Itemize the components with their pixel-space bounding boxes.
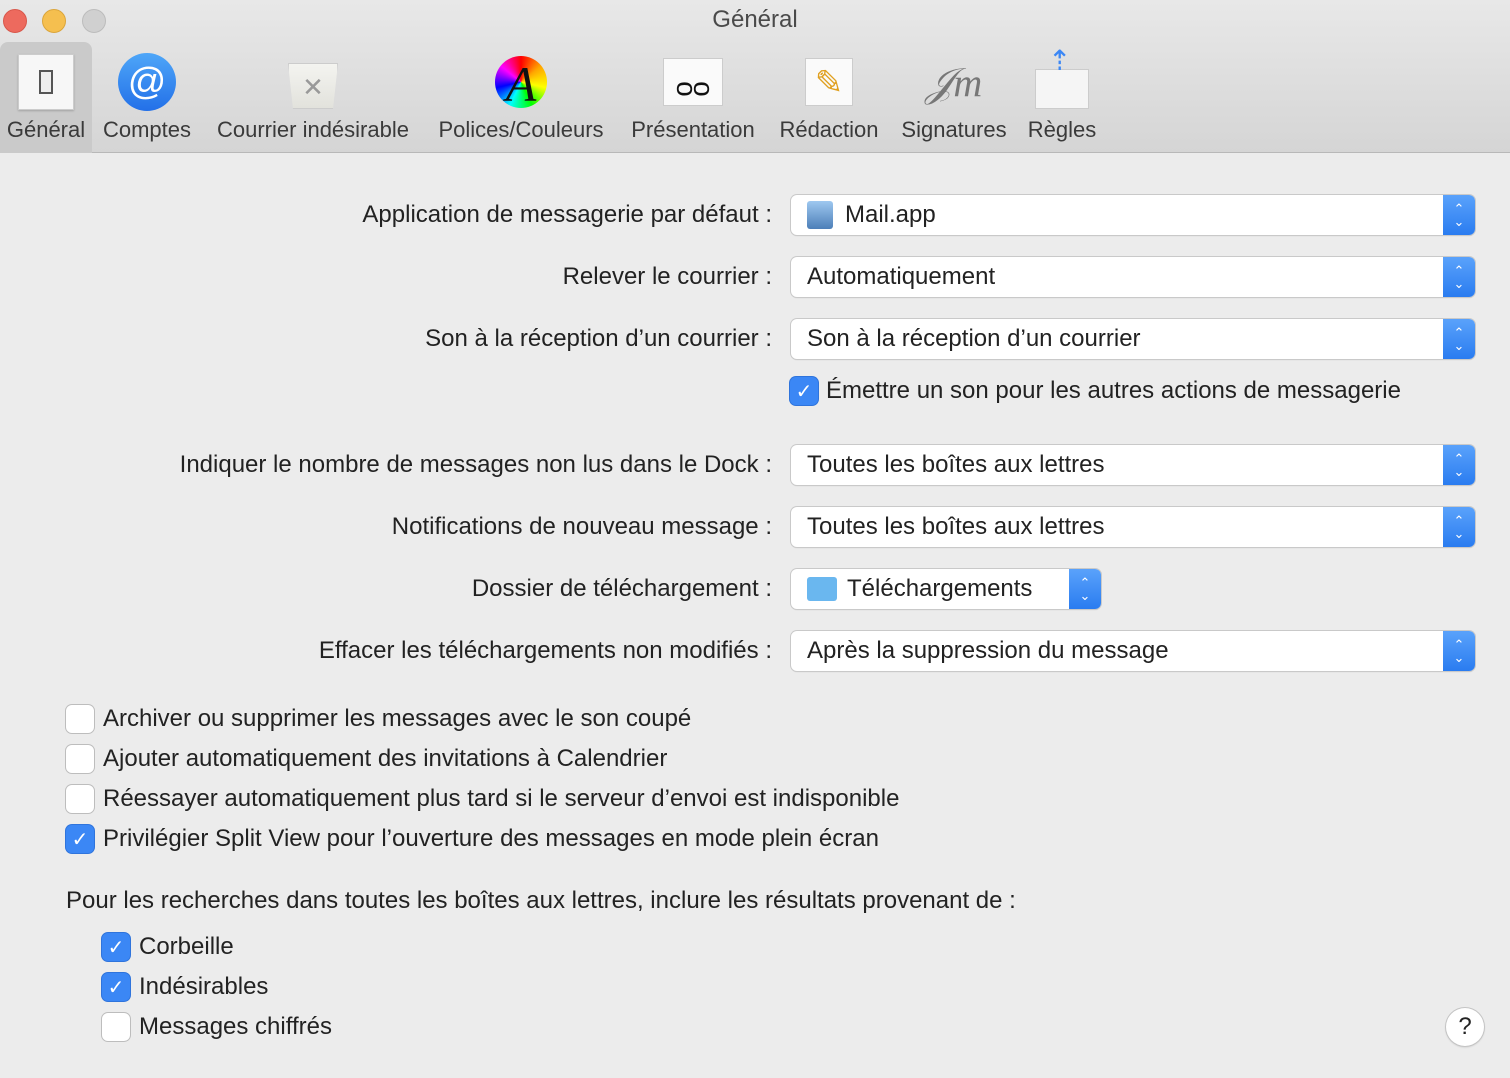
updown-chevron-icon: ⌃ ⌄ [1443, 445, 1475, 485]
general-switch-icon [16, 52, 76, 112]
new-mail-sound-popup[interactable]: Son à la réception d’un courrier ⌃ ⌄ [791, 319, 1475, 359]
at-icon: @ [117, 52, 177, 112]
dock-unread-label: Indiquer le nombre de messages non lus d… [179, 451, 772, 478]
rules-envelope-icon: ⇡ [1032, 45, 1092, 112]
notifications-label: Notifications de nouveau message : [391, 513, 772, 540]
updown-chevron-icon: ⌃ ⌄ [1069, 569, 1101, 609]
download-folder-label: Dossier de téléchargement : [471, 575, 772, 602]
new-mail-sound-label: Son à la réception d’un courrier : [425, 325, 772, 352]
remove-downloads-label: Effacer les téléchargements non modifiés… [318, 637, 772, 664]
window-title: Général [712, 6, 798, 33]
archive-muted-checkbox[interactable] [66, 705, 94, 733]
junk-bin-icon: ✕ [283, 52, 343, 112]
tab-general[interactable]: Général [0, 42, 92, 153]
search-include-heading: Pour les recherches dans toutes les boît… [66, 887, 1016, 914]
check-mail-popup[interactable]: Automatiquement ⌃ ⌄ [791, 257, 1475, 297]
fonts-colors-icon: A [491, 52, 551, 112]
tab-signatures[interactable]: 𝒥m Signatures [894, 42, 1014, 153]
junk-checkbox[interactable]: ✓ [102, 973, 130, 1001]
mail-app-icon [807, 201, 833, 229]
tab-composing[interactable]: ✎ Rédaction [772, 42, 886, 153]
play-sounds-checkbox[interactable]: ✓ [790, 377, 818, 405]
trash-checkbox[interactable]: ✓ [102, 933, 130, 961]
junk-label: Indésirables [139, 973, 269, 1000]
split-view-label: Privilégier Split View pour l’ouverture … [103, 825, 879, 852]
pencil-icon: ✎ [799, 52, 859, 112]
help-button[interactable]: ? [1446, 1008, 1484, 1046]
split-view-checkbox[interactable]: ✓ [66, 825, 94, 853]
remove-downloads-popup[interactable]: Après la suppression du message ⌃ ⌄ [791, 631, 1475, 671]
tab-junk[interactable]: ✕ Courrier indésirable [206, 42, 420, 153]
notifications-popup[interactable]: Toutes les boîtes aux lettres ⌃ ⌄ [791, 507, 1475, 547]
download-folder-popup[interactable]: Téléchargements ⌃ ⌄ [791, 569, 1101, 609]
dock-unread-popup[interactable]: Toutes les boîtes aux lettres ⌃ ⌄ [791, 445, 1475, 485]
updown-chevron-icon: ⌃ ⌄ [1443, 631, 1475, 671]
default-mail-app-label: Application de messagerie par défaut : [362, 201, 772, 228]
retry-send-checkbox[interactable] [66, 785, 94, 813]
archive-muted-label: Archiver ou supprimer les messages avec … [103, 705, 692, 732]
retry-send-label: Réessayer automatiquement plus tard si l… [103, 785, 900, 812]
updown-chevron-icon: ⌃ ⌄ [1443, 319, 1475, 359]
folder-icon [807, 577, 837, 601]
default-mail-app-popup[interactable]: Mail.app ⌃ ⌄ [791, 195, 1475, 235]
add-invitations-label: Ajouter automatiquement des invitations … [103, 745, 668, 772]
encrypted-checkbox[interactable] [102, 1013, 130, 1041]
updown-chevron-icon: ⌃ ⌄ [1443, 195, 1475, 235]
play-sounds-label: Émettre un son pour les autres actions d… [826, 377, 1401, 404]
add-invitations-checkbox[interactable] [66, 745, 94, 773]
check-mail-label: Relever le courrier : [562, 263, 772, 290]
tab-fonts-colors[interactable]: A Polices/Couleurs [428, 42, 614, 153]
signature-icon: 𝒥m [925, 59, 983, 105]
trash-label: Corbeille [139, 933, 234, 960]
tab-rules[interactable]: ⇡ Règles [1022, 42, 1102, 153]
tab-viewing[interactable]: ᴑᴑ Présentation [622, 42, 764, 153]
toolbar: Général Général @ Comptes ✕ Courrier ind… [0, 0, 1510, 153]
encrypted-label: Messages chiffrés [139, 1013, 332, 1040]
updown-chevron-icon: ⌃ ⌄ [1443, 507, 1475, 547]
updown-chevron-icon: ⌃ ⌄ [1443, 257, 1475, 297]
glasses-icon: ᴑᴑ [663, 52, 723, 112]
tab-accounts[interactable]: @ Comptes [96, 42, 198, 153]
